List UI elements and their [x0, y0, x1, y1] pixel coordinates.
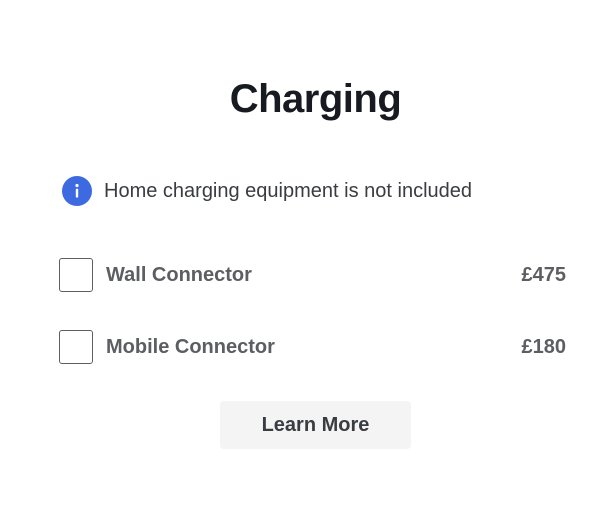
mobile-connector-label: Mobile Connector: [106, 335, 275, 358]
option-mobile-connector[interactable]: Mobile Connector £180: [59, 329, 566, 365]
learn-more-button[interactable]: Learn More: [220, 401, 411, 449]
info-icon: [62, 176, 92, 206]
notice-text: Home charging equipment is not included: [104, 179, 472, 202]
wall-connector-label: Wall Connector: [106, 263, 252, 286]
wall-connector-checkbox[interactable]: [59, 258, 93, 292]
option-wall-connector[interactable]: Wall Connector £475: [59, 257, 566, 293]
section-title: Charging: [229, 77, 402, 121]
charging-panel: Charging Home charging equipment is not …: [0, 0, 611, 517]
wall-connector-price: £475: [521, 263, 567, 286]
mobile-connector-checkbox[interactable]: [59, 330, 93, 364]
mobile-connector-price: £180: [521, 335, 567, 358]
charging-notice: Home charging equipment is not included: [62, 175, 472, 207]
